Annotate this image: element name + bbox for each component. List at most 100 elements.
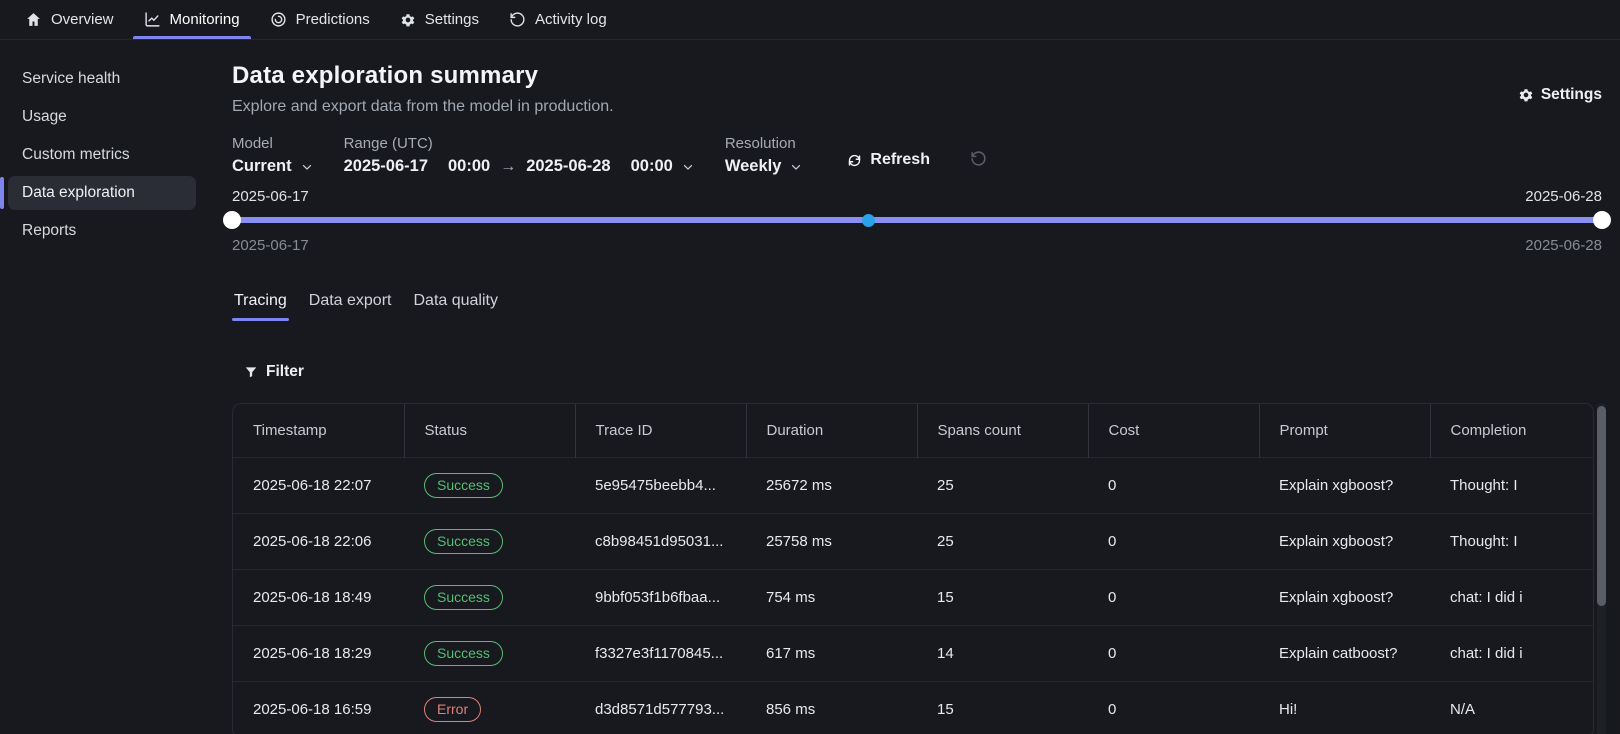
traces-table: Timestamp Status Trace ID Duration Spans… [233,404,1594,734]
sidebar-item-label: Service health [22,70,120,87]
tab-data-export[interactable]: Data export [307,290,394,321]
model-dropdown[interactable]: Current [232,157,314,176]
model-control: Model Current [232,134,314,176]
sidebar: Service health Usage Custom metrics Data… [0,40,210,733]
timestamp-cell: 2025-06-18 16:59 [233,681,404,734]
predictions-icon [270,11,287,28]
tab-bar: Tracing Data export Data quality [232,290,1602,321]
duration-cell: 754 ms [746,569,917,625]
sidebar-item-label: Reports [22,222,76,239]
slider-handle-end[interactable] [1593,211,1611,229]
nav-item-activity-log[interactable]: Activity log [494,0,622,39]
table-row[interactable]: 2025-06-18 22:07 Success 5e95475beebb4..… [233,457,1594,513]
completion-cell: Thought: I [1430,513,1594,569]
filter-button-label: Filter [266,363,304,381]
settings-button[interactable]: Settings [1518,86,1602,104]
settings-button-label: Settings [1541,86,1602,104]
controls-row: Model Current Range (UTC) 2025-06-17 00:… [232,134,1602,176]
resolution-label: Resolution [725,134,804,154]
column-header-completion: Completion [1430,404,1594,457]
model-value: Current [232,157,292,176]
range-control: Range (UTC) 2025-06-17 00:00 → 2025-06-2… [344,134,695,176]
timestamp-cell: 2025-06-18 22:07 [233,457,404,513]
slider-current-marker[interactable] [862,214,875,227]
nav-item-label: Overview [51,11,114,28]
duration-cell: 25672 ms [746,457,917,513]
home-icon [25,11,42,28]
arrow-right-icon: → [497,158,519,176]
trace-id-cell: f3327e3f1170845... [575,625,746,681]
page-title: Data exploration summary [232,62,614,90]
completion-cell: chat: I did i [1430,569,1594,625]
status-cell: Success [404,513,575,569]
nav-item-predictions[interactable]: Predictions [255,0,385,39]
status-cell: Success [404,457,575,513]
table-row[interactable]: 2025-06-18 16:59 Error d3d8571d577793...… [233,681,1594,734]
prompt-cell: Explain xgboost? [1259,569,1430,625]
cost-cell: 0 [1088,625,1259,681]
chevron-down-icon [789,160,803,174]
status-cell: Success [404,569,575,625]
sidebar-item-label: Custom metrics [22,146,130,163]
status-cell: Error [404,681,575,734]
completion-cell: N/A [1430,681,1594,734]
sidebar-item-custom-metrics[interactable]: Custom metrics [8,138,196,172]
resolution-dropdown[interactable]: Weekly [725,157,804,176]
slider-handle-start[interactable] [223,211,241,229]
range-dropdown[interactable]: 2025-06-17 00:00 → 2025-06-28 00:00 [344,157,695,176]
model-label: Model [232,134,314,154]
slider-track[interactable] [232,217,1602,223]
column-header-spans-count: Spans count [917,404,1088,457]
range-end-time: 00:00 [631,157,673,176]
sidebar-item-label: Data exploration [22,184,135,201]
table-row[interactable]: 2025-06-18 18:49 Success 9bbf053f1b6fbaa… [233,569,1594,625]
refresh-button-label: Refresh [870,151,930,169]
slider-start-sublabel: 2025-06-17 [232,237,309,254]
scrollbar-thumb[interactable] [1597,406,1606,606]
timestamp-cell: 2025-06-18 18:49 [233,569,404,625]
sidebar-item-data-exploration[interactable]: Data exploration [8,176,196,210]
nav-item-overview[interactable]: Overview [10,0,129,39]
top-navigation: Overview Monitoring Predictions Settings… [0,0,1620,40]
nav-item-label: Settings [425,11,479,28]
table-header-row: Timestamp Status Trace ID Duration Spans… [233,404,1594,457]
tab-data-quality[interactable]: Data quality [411,290,500,321]
prompt-cell: Explain xgboost? [1259,513,1430,569]
nav-item-settings[interactable]: Settings [385,0,494,39]
filter-button[interactable]: Filter [244,363,304,381]
range-start-date: 2025-06-17 [344,157,428,176]
cost-cell: 0 [1088,681,1259,734]
sidebar-item-service-health[interactable]: Service health [8,62,196,96]
column-header-prompt: Prompt [1259,404,1430,457]
gear-icon [400,12,416,28]
reset-history-button[interactable] [970,150,987,170]
nav-item-label: Monitoring [170,11,240,28]
sidebar-item-usage[interactable]: Usage [8,100,196,134]
column-header-cost: Cost [1088,404,1259,457]
undo-icon [970,150,987,167]
traces-table-area: Timestamp Status Trace ID Duration Spans… [232,403,1602,734]
resolution-value: Weekly [725,157,782,176]
spans-count-cell: 14 [917,625,1088,681]
slider-end-sublabel: 2025-06-28 [1525,237,1602,254]
cost-cell: 0 [1088,457,1259,513]
status-badge: Success [424,585,503,610]
range-start-time: 00:00 [448,157,490,176]
duration-cell: 856 ms [746,681,917,734]
chevron-down-icon [300,160,314,174]
prompt-cell: Explain xgboost? [1259,457,1430,513]
nav-item-monitoring[interactable]: Monitoring [129,0,255,39]
tab-tracing[interactable]: Tracing [232,290,289,321]
filter-icon [244,365,258,379]
status-badge: Success [424,641,503,666]
refresh-button[interactable]: Refresh [847,151,930,169]
sidebar-item-reports[interactable]: Reports [8,214,196,248]
table-row[interactable]: 2025-06-18 22:06 Success c8b98451d95031.… [233,513,1594,569]
history-icon [509,11,526,28]
duration-cell: 25758 ms [746,513,917,569]
vertical-scrollbar[interactable] [1597,403,1606,734]
trace-id-cell: 9bbf053f1b6fbaa... [575,569,746,625]
prompt-cell: Hi! [1259,681,1430,734]
range-end-date: 2025-06-28 [526,157,610,176]
table-row[interactable]: 2025-06-18 18:29 Success f3327e3f1170845… [233,625,1594,681]
